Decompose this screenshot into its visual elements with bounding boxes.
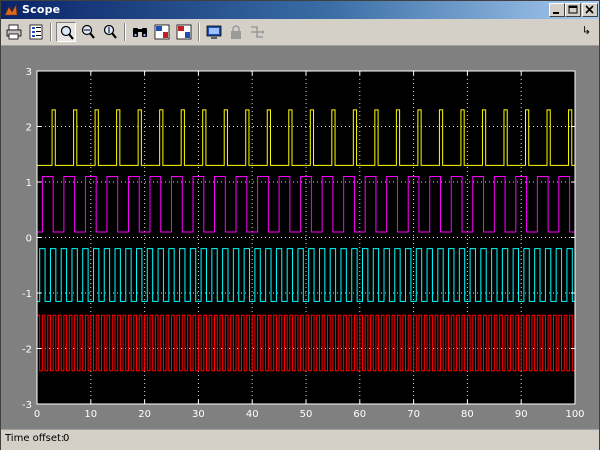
- window-title: Scope: [22, 3, 61, 16]
- y-tick-label: -3: [22, 400, 32, 411]
- save-axes-icon: [154, 24, 170, 40]
- x-tick-label: 70: [407, 409, 420, 420]
- x-tick-label: 100: [565, 409, 584, 420]
- minimize-button[interactable]: [549, 3, 565, 17]
- y-tick-label: -1: [22, 289, 32, 300]
- signal-selection-button[interactable]: [248, 22, 268, 42]
- restore-axes-icon: [176, 24, 192, 40]
- time-offset-label: Time offset:: [5, 433, 65, 444]
- matlab-scope-icon: [4, 4, 18, 16]
- zoom-button[interactable]: [56, 22, 76, 42]
- zoom-x-button[interactable]: [78, 22, 98, 42]
- x-tick-label: 50: [300, 409, 313, 420]
- zoom-icon: [60, 25, 74, 40]
- parameters-icon: [29, 24, 43, 40]
- dock-arrow-icon[interactable]: ↳: [582, 24, 591, 37]
- maximize-button[interactable]: [565, 3, 581, 17]
- x-tick-label: 0: [34, 409, 40, 420]
- x-tick-label: 10: [84, 409, 97, 420]
- zoom-y-button[interactable]: [100, 22, 120, 42]
- status-bar: Time offset: 0: [1, 429, 599, 450]
- y-tick-label: 2: [26, 123, 32, 134]
- printer-icon: [6, 24, 22, 40]
- y-tick-label: -2: [22, 345, 32, 356]
- autoscale-button[interactable]: [130, 22, 150, 42]
- x-tick-label: 90: [515, 409, 528, 420]
- floating-scope-button[interactable]: [204, 22, 224, 42]
- zoom-y-icon: [103, 24, 117, 39]
- save-axes-button[interactable]: [152, 22, 172, 42]
- title-bar[interactable]: Scope: [1, 1, 599, 19]
- lock-axes-button[interactable]: [226, 22, 246, 42]
- toolbar-separator: [50, 23, 52, 41]
- signal-trace-4: [37, 314, 575, 372]
- scope-plot[interactable]: 0 10 20 30 40 50 60 70 80 90 100 -3 -2 -1 0 1 2 3: [1, 46, 599, 429]
- x-tick-label: 40: [246, 409, 259, 420]
- x-tick-label: 80: [461, 409, 474, 420]
- maximize-icon: [568, 5, 578, 14]
- toolbar-separator: [124, 23, 126, 41]
- x-tick-label: 20: [138, 409, 151, 420]
- parameters-button[interactable]: [26, 22, 46, 42]
- zoom-x-icon: [81, 24, 95, 39]
- signal-selection-icon: [251, 26, 265, 38]
- scope-window: Scope ↳ 0 10 20 30 40 50 60 70 80 90 100…: [0, 0, 600, 450]
- minimize-icon: [553, 12, 559, 14]
- toolbar: ↳: [1, 19, 599, 46]
- y-tick-label: 1: [26, 178, 32, 189]
- toolbar-separator: [198, 23, 200, 41]
- y-tick-label: 3: [26, 67, 32, 78]
- lock-icon: [231, 25, 241, 39]
- print-button[interactable]: [4, 22, 24, 42]
- floating-scope-icon: [206, 25, 222, 39]
- close-button[interactable]: [582, 3, 598, 17]
- x-tick-label: 30: [192, 409, 205, 420]
- time-offset-value: 0: [63, 433, 70, 444]
- close-icon: [585, 5, 594, 14]
- x-tick-label: 60: [353, 409, 366, 420]
- binoculars-icon: [133, 28, 147, 37]
- restore-axes-button[interactable]: [174, 22, 194, 42]
- y-tick-label: 0: [26, 234, 32, 245]
